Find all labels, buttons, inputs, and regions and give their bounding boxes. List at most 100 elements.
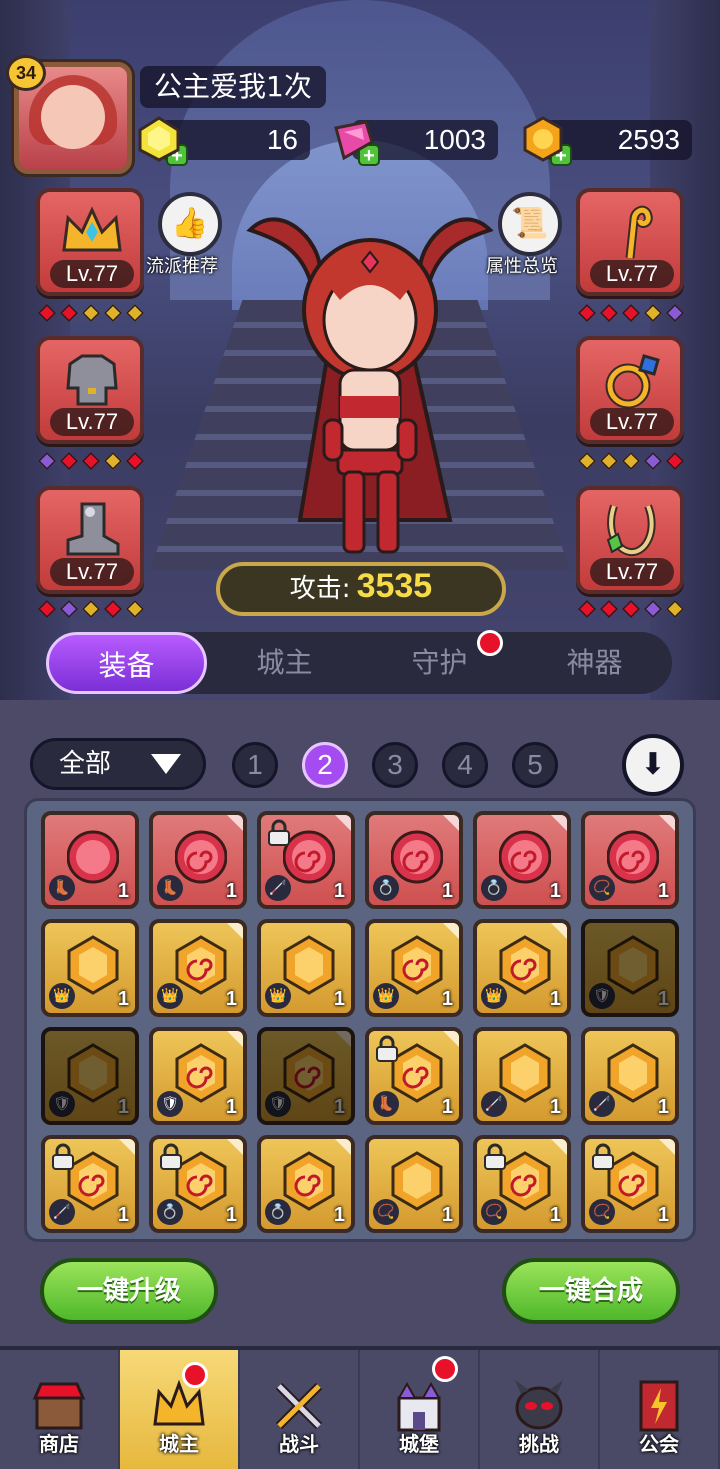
tab-equipment[interactable]: 装备 (46, 632, 207, 694)
lock-icon (376, 1035, 398, 1062)
staff-gem-sockets (578, 304, 684, 322)
inventory-slot[interactable]: 📿 1 (365, 1135, 463, 1233)
equip-level: Lv.77 (50, 408, 134, 436)
page-button-3[interactable]: 3 (372, 742, 418, 788)
inventory-slot[interactable]: 💍 1 (149, 1135, 247, 1233)
inventory-slot[interactable]: 📿 1 (581, 1135, 679, 1233)
tab-lord[interactable]: 城主 (207, 632, 362, 694)
nav-guild[interactable]: 公会 (600, 1350, 720, 1469)
inventory-slot[interactable]: 👢 1 (149, 811, 247, 909)
nav-shop[interactable]: 商店 (0, 1350, 120, 1469)
item-count: 1 (225, 988, 237, 1010)
inventory-slot[interactable]: 🦯 1 (257, 811, 355, 909)
upgradable-corner-marker (227, 815, 243, 831)
ruby-gem-icon (175, 830, 227, 884)
boot-icon: 👢 (373, 1091, 399, 1117)
inventory-slot[interactable]: 🛡 1 (581, 919, 679, 1017)
upgradable-corner-marker (443, 923, 459, 939)
crown-icon: 👑 (157, 983, 183, 1009)
inventory-slot[interactable]: 💍 1 (365, 811, 463, 909)
inventory-slot[interactable]: 👑 1 (473, 919, 571, 1017)
amber-gem-icon (499, 935, 551, 995)
inventory-slot[interactable]: 🦯 1 (473, 1027, 571, 1125)
gold-gem-icon[interactable] (134, 114, 184, 164)
boot-icon: 👢 (157, 875, 183, 901)
equip-slot-boot[interactable]: Lv.77 (36, 486, 144, 594)
tab-artifact[interactable]: 神器 (517, 632, 672, 694)
inventory-slot[interactable]: 🛡 1 (257, 1027, 355, 1125)
one-key-upgrade-button[interactable]: 一键升级 (40, 1258, 218, 1324)
nav-castle-label: 城堡 (399, 1432, 439, 1456)
equip-slot-armor[interactable]: Lv.77 (36, 336, 144, 444)
stats-overview-button[interactable]: 📜 (498, 192, 562, 256)
item-count: 1 (117, 1204, 129, 1226)
amber-gem-icon (607, 935, 659, 995)
equip-slot-staff[interactable]: Lv.77 (576, 188, 684, 296)
amber-gem-icon (67, 1043, 119, 1103)
nav-lord[interactable]: 城主 (120, 1350, 240, 1469)
nav-castle[interactable]: 城堡 (360, 1350, 480, 1469)
inventory-slot[interactable]: 📿 1 (473, 1135, 571, 1233)
inventory-slot[interactable]: 💍 1 (257, 1135, 355, 1233)
ring-icon (605, 354, 660, 409)
page-button-4[interactable]: 4 (442, 742, 488, 788)
staff-icon (625, 205, 653, 259)
amber-gem-icon (283, 935, 335, 995)
nav-battle[interactable]: 战斗 (240, 1350, 360, 1469)
download-button[interactable]: ⬇ (622, 734, 684, 796)
inventory-slot[interactable]: 🛡 1 (149, 1027, 247, 1125)
staff-icon: 🦯 (49, 1199, 75, 1225)
crown-icon (62, 206, 122, 252)
inventory-slot[interactable]: 📿 1 (581, 811, 679, 909)
necklace-icon (606, 504, 656, 557)
upgradable-corner-marker (335, 1139, 351, 1155)
inventory-slot[interactable]: 👢 1 (41, 811, 139, 909)
ruby-gem-icon (499, 830, 551, 884)
item-count: 1 (657, 1096, 669, 1118)
page-button-5[interactable]: 5 (512, 742, 558, 788)
crown-icon: 👑 (265, 983, 291, 1009)
item-count: 1 (333, 988, 345, 1010)
inventory-slot[interactable]: 🦯 1 (41, 1135, 139, 1233)
item-count: 1 (225, 880, 237, 902)
filter-dropdown[interactable]: 全部 (30, 738, 206, 790)
build-recommend-button[interactable]: 👍 (158, 192, 222, 256)
inventory-slot[interactable]: 👑 1 (41, 919, 139, 1017)
upgradable-corner-marker (227, 1031, 243, 1047)
nav-challenge[interactable]: 挑战 (480, 1350, 600, 1469)
equip-level: Lv.77 (50, 260, 134, 288)
equip-slot-necklace[interactable]: Lv.77 (576, 486, 684, 594)
upgradable-corner-marker (227, 923, 243, 939)
attack-power-bar: 攻击: 3535 (216, 562, 506, 616)
equip-slot-ring[interactable]: Lv.77 (576, 336, 684, 444)
crown-gem-sockets (38, 304, 144, 322)
inventory-slot[interactable]: 👑 1 (257, 919, 355, 1017)
page-button-1[interactable]: 1 (232, 742, 278, 788)
inventory-slot[interactable]: 👑 1 (365, 919, 463, 1017)
item-count: 1 (441, 1096, 453, 1118)
inventory-slot[interactable]: 👑 1 (149, 919, 247, 1017)
build-recommend-label: 流派推荐 (146, 256, 218, 277)
ring-icon: 💍 (157, 1199, 183, 1225)
gold-coin-icon[interactable] (518, 114, 568, 164)
equip-level: Lv.77 (590, 408, 674, 436)
item-count: 1 (657, 988, 669, 1010)
necklace-icon: 📿 (373, 1199, 399, 1225)
inventory-slot[interactable]: 💍 1 (473, 811, 571, 909)
inventory-slot[interactable]: 🦯 1 (581, 1027, 679, 1125)
equip-slot-crown[interactable]: Lv.77 (36, 188, 144, 296)
castle-icon (397, 1381, 441, 1432)
armor-icon: 🛡 (157, 1091, 183, 1117)
pink-diamond-icon[interactable] (326, 114, 376, 164)
amber-gem-icon (175, 935, 227, 995)
tab-guardian[interactable]: 守护 (362, 630, 517, 694)
staff-icon: 🦯 (589, 1091, 615, 1117)
inventory-slot[interactable]: 🛡 1 (41, 1027, 139, 1125)
page-button-2[interactable]: 2 (302, 742, 348, 788)
inventory-slot[interactable]: 👢 1 (365, 1027, 463, 1125)
crossed-swords-icon (275, 1382, 323, 1430)
one-key-combine-button[interactable]: 一键合成 (502, 1258, 680, 1324)
equip-level: Lv.77 (590, 260, 674, 288)
upgradable-corner-marker (659, 1139, 675, 1155)
attack-label: 攻击: (289, 574, 351, 604)
